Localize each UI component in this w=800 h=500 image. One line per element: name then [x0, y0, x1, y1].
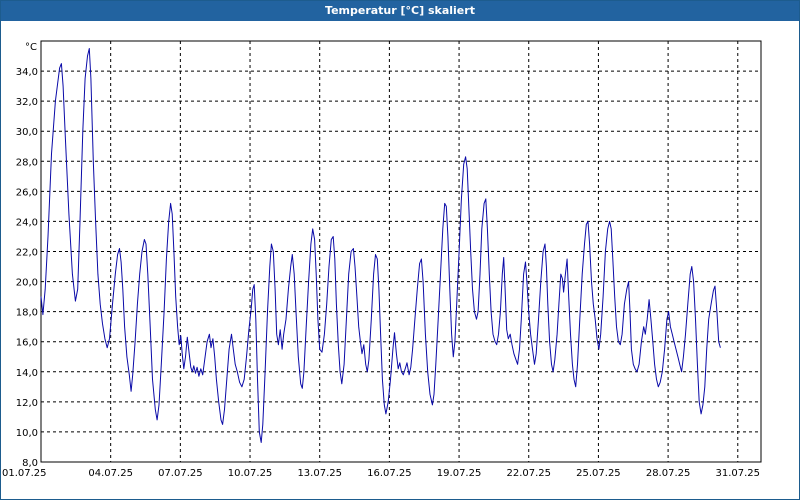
x-tick-label: 07.07.25: [158, 468, 203, 479]
x-tick-label: 31.07.25: [716, 468, 761, 479]
y-tick-label: 12,0: [16, 398, 38, 409]
x-tick-label: 01.07.25: [2, 468, 47, 479]
x-tick-label: 19.07.25: [437, 468, 482, 479]
y-tick-label: 34,0: [16, 67, 38, 78]
grid: [41, 41, 761, 462]
y-tick-label: 22,0: [16, 248, 38, 259]
y-tick-label: 28,0: [16, 157, 38, 168]
x-tick-label: 13.07.25: [297, 468, 342, 479]
y-tick-label: 10,0: [16, 428, 38, 439]
y-tick-label: 18,0: [16, 308, 38, 319]
x-tick-label: 28.07.25: [646, 468, 691, 479]
y-tick-label: 32,0: [16, 97, 38, 108]
temperature-series-line: [40, 48, 721, 443]
x-tick-label: 10.07.25: [228, 468, 273, 479]
y-tick-label: 20,0: [16, 278, 38, 289]
chart-window: Temperatur [°C] skaliert 8,0 10,0 12,0 14,0…: [0, 0, 800, 500]
window-title: Temperatur [°C] skaliert: [1, 1, 799, 21]
y-tick-label: 30,0: [16, 127, 38, 138]
x-tick-label: 04.07.25: [88, 468, 133, 479]
y-tick-label: 24,0: [16, 217, 38, 228]
y-unit-label: °C: [25, 42, 37, 53]
temperature-chart: 8,010,012,014,016,018,020,022,024,026,02…: [2, 40, 762, 479]
y-tick-label: 26,0: [16, 187, 38, 198]
x-tick-label: 22.07.25: [506, 468, 551, 479]
y-tick-label: 14,0: [16, 368, 38, 379]
x-tick-label: 25.07.25: [576, 468, 621, 479]
series: [40, 48, 721, 443]
y-tick-label: 16,0: [16, 338, 38, 349]
x-tick-label: 16.07.25: [367, 468, 412, 479]
